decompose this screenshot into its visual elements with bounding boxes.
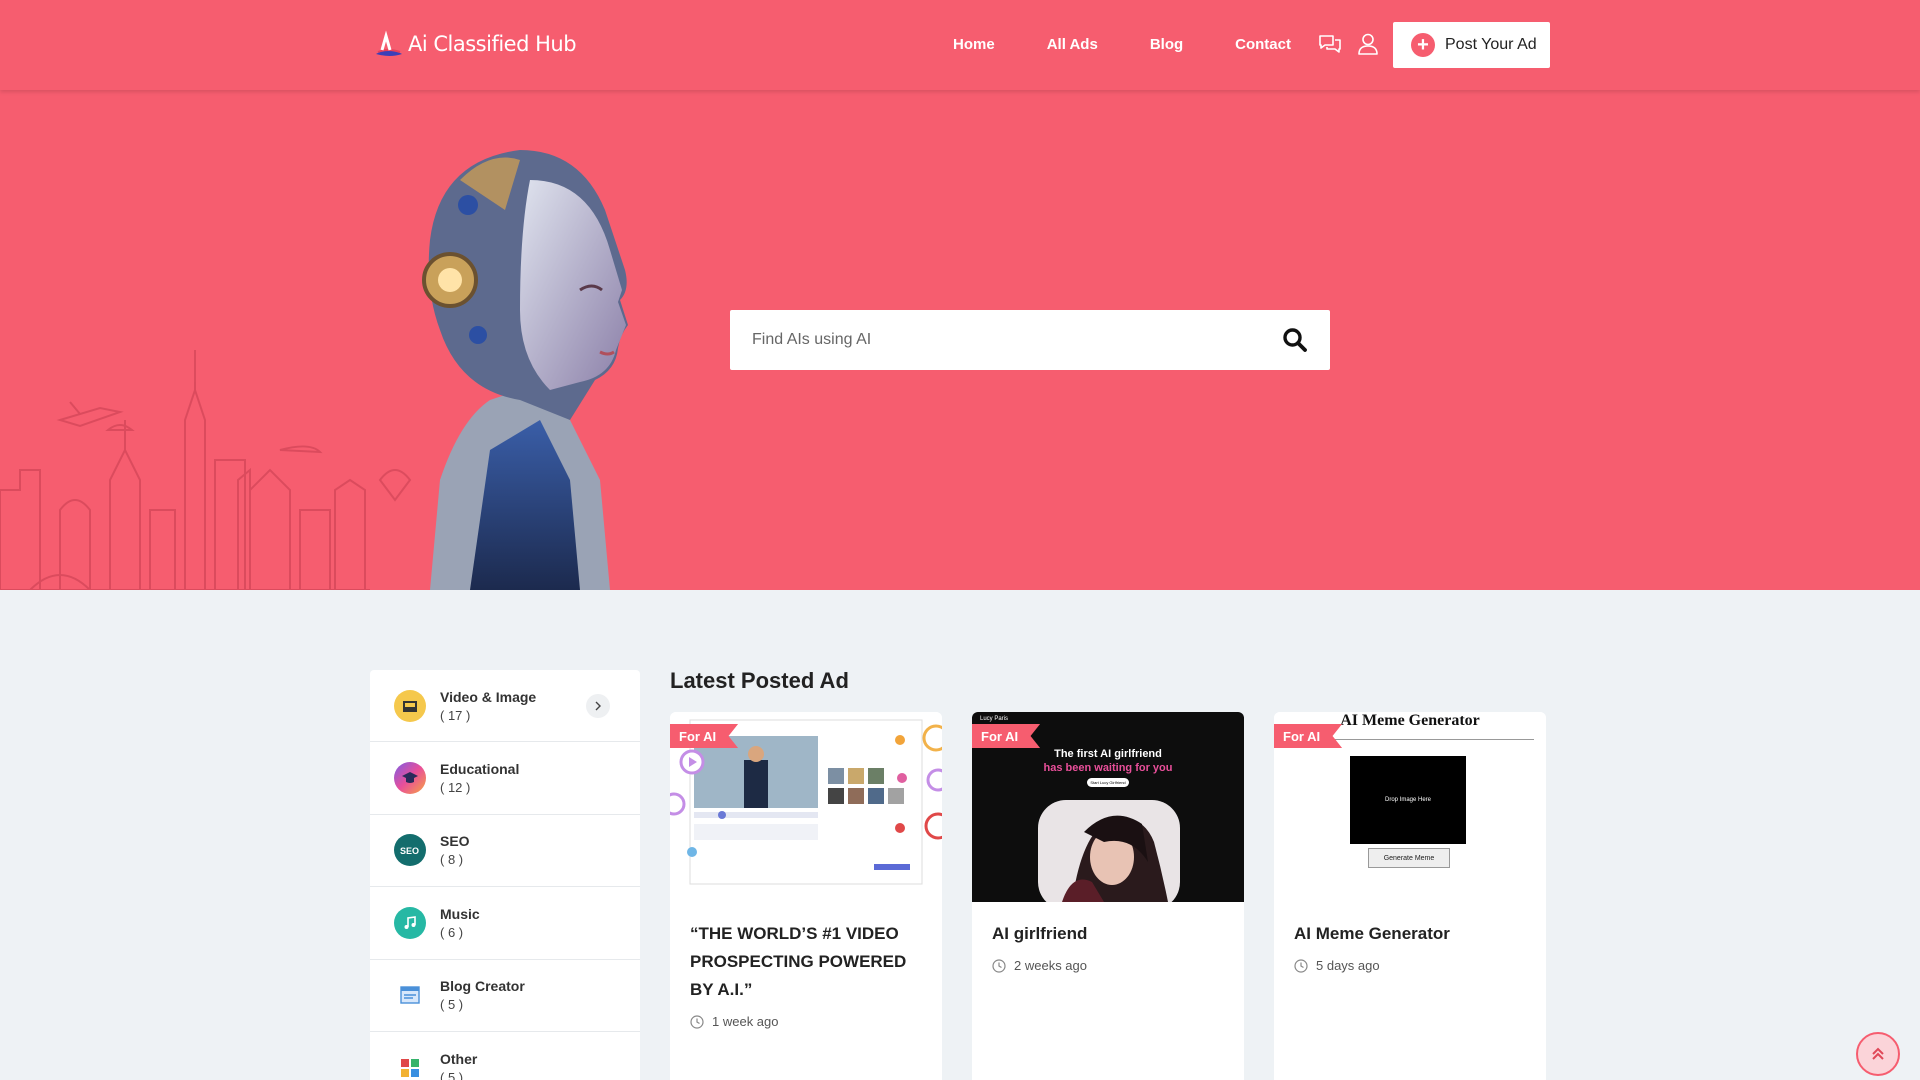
for-ai-badge: For AI (1274, 724, 1343, 748)
main-nav: Home All Ads Blog Contact (953, 36, 1291, 53)
grid-icon (394, 1051, 426, 1080)
svg-text:SEO: SEO (400, 846, 419, 856)
music-note-icon (394, 906, 426, 939)
image-controls-row (1334, 734, 1534, 740)
latest-ads-heading: Latest Posted Ad (670, 668, 849, 693)
category-name: Other (440, 1050, 478, 1067)
post-ad-label: Post Your Ad (1445, 36, 1537, 53)
logo-text: Ai Classified Hub (408, 32, 577, 56)
user-icon[interactable] (1356, 33, 1380, 55)
ad-thumbnail: AI Meme Generator Drop Image Here Genera… (1274, 712, 1546, 902)
nav-contact[interactable]: Contact (1235, 36, 1291, 53)
image-generate-button: Generate Meme (1368, 848, 1450, 868)
category-count: ( 12 ) (440, 780, 471, 796)
for-ai-badge: For AI (972, 724, 1041, 748)
graduation-cap-icon (394, 762, 426, 795)
site-header: Ai Classified Hub Home All Ads Blog Cont… (0, 0, 1920, 90)
category-count: ( 8 ) (440, 852, 464, 868)
category-name: Educational (440, 761, 520, 778)
for-ai-badge: For AI (670, 724, 739, 748)
category-count: ( 5 ) (440, 1069, 464, 1080)
ad-posted-time: 1 week ago (690, 1014, 779, 1029)
clock-icon (1294, 958, 1308, 973)
ad-time-text: 2 weeks ago (1014, 958, 1087, 973)
search-bar (730, 310, 1330, 370)
nav-all-ads[interactable]: All Ads (1047, 36, 1098, 53)
category-blog-creator[interactable]: Blog Creator ( 5 ) (370, 960, 640, 1032)
category-name: Blog Creator (440, 978, 525, 995)
ad-card[interactable]: AI Meme Generator Drop Image Here Genera… (1274, 712, 1546, 1080)
category-other[interactable]: Other ( 5 ) (370, 1032, 640, 1080)
ad-time-text: 5 days ago (1316, 958, 1380, 973)
category-educational[interactable]: Educational ( 12 ) (370, 742, 640, 815)
chevron-right-icon[interactable] (586, 694, 610, 718)
double-chevron-up-icon (1872, 1047, 1884, 1060)
ad-thumbnail: For AI (670, 712, 942, 902)
back-to-top-button[interactable] (1856, 1032, 1900, 1076)
seo-icon: SEO (394, 834, 426, 867)
clock-icon (690, 1014, 704, 1029)
search-icon[interactable] (1282, 327, 1308, 353)
post-your-ad-button[interactable]: + Post Your Ad (1393, 22, 1550, 68)
film-icon (394, 689, 426, 722)
ad-posted-time: 2 weeks ago (992, 958, 1087, 973)
search-input[interactable] (752, 331, 1282, 349)
ad-card[interactable]: Lucy Paris The first AI girlfriend has b… (972, 712, 1244, 1080)
nav-blog[interactable]: Blog (1150, 36, 1183, 53)
category-name: SEO (440, 833, 470, 850)
image-drop-zone: Drop Image Here (1350, 756, 1466, 844)
nav-home[interactable]: Home (953, 36, 995, 53)
category-sidebar: Video & Image ( 17 ) Educational ( 12 ) … (370, 670, 640, 1080)
category-count: ( 5 ) (440, 997, 464, 1013)
category-count: ( 6 ) (440, 924, 464, 940)
ad-time-text: 1 week ago (712, 1014, 779, 1029)
ad-title[interactable]: “THE WORLD’S #1 VIDEO PROSPECTING POWERE… (690, 920, 926, 1004)
category-video-image[interactable]: Video & Image ( 17 ) (370, 670, 640, 743)
ad-posted-time: 5 days ago (1294, 958, 1380, 973)
logo-icon (376, 30, 402, 56)
ad-title[interactable]: AI girlfriend (992, 920, 1228, 948)
category-music[interactable]: Music ( 6 ) (370, 887, 640, 960)
category-count: ( 17 ) (440, 707, 471, 723)
ad-title[interactable]: AI Meme Generator (1294, 920, 1530, 948)
ad-thumbnail: Lucy Paris The first AI girlfriend has b… (972, 712, 1244, 902)
category-name: Music (440, 905, 480, 922)
plus-icon: + (1411, 33, 1435, 57)
site-logo[interactable]: Ai Classified Hub (372, 28, 577, 60)
hero-banner (0, 90, 1920, 590)
clock-icon (992, 958, 1006, 973)
blog-icon (394, 979, 426, 1012)
category-name: Video & Image (440, 688, 537, 705)
chat-icon[interactable] (1318, 33, 1342, 55)
ad-card[interactable]: For AI “THE WORLD’S #1 VIDEO PROSPECTING… (670, 712, 942, 1080)
ai-robot-woman-illustration (422, 150, 628, 590)
category-seo[interactable]: SEO SEO ( 8 ) (370, 815, 640, 888)
